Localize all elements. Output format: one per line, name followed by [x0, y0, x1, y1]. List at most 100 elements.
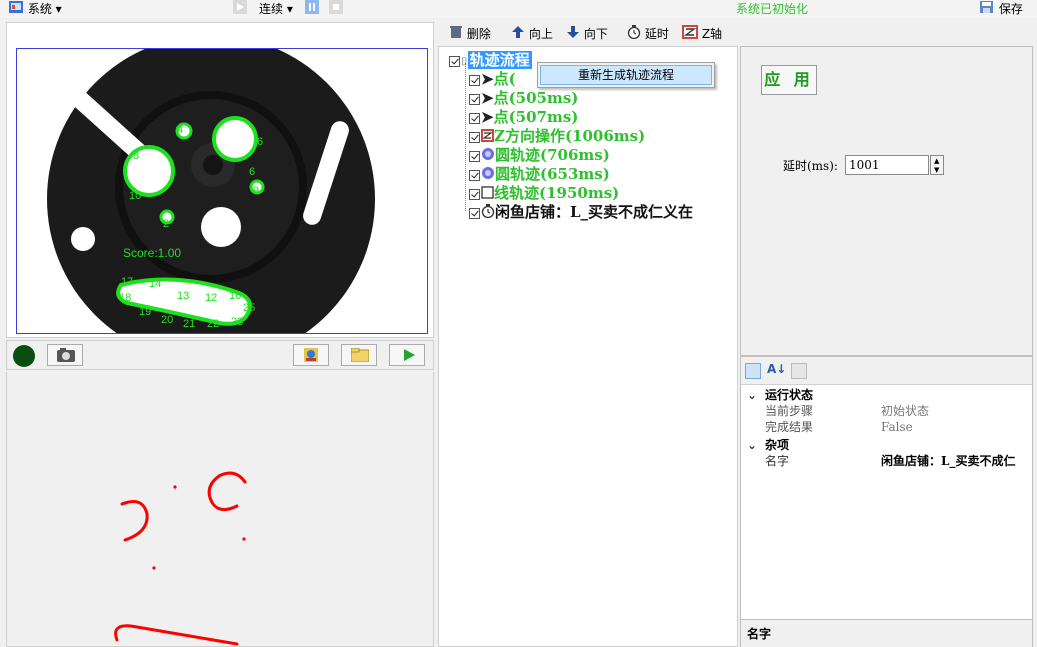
curve-label: 23	[231, 316, 243, 328]
curve-label: 17	[121, 276, 133, 288]
property-row[interactable]: 当前步骤 初始状态	[741, 404, 1032, 419]
tree-item-label: 点(507ms)	[493, 108, 579, 126]
hole-label: 4	[177, 124, 183, 136]
circle-track-icon	[481, 166, 495, 185]
system-status-text: 系统已初始化	[736, 2, 809, 16]
part-image: 4 6 8 9 10 2 6 Score:1.00 17 14 13 12 16…	[47, 49, 375, 333]
hole-label: 8	[133, 150, 139, 162]
add-delay-label: 延时	[644, 27, 669, 41]
hole-label: 2	[163, 218, 169, 230]
delay-spinner[interactable]: ▲ ▼	[930, 155, 944, 175]
camera-toolbar	[6, 340, 434, 370]
move-down-button[interactable]: 向下	[566, 25, 608, 43]
delete-button[interactable]: 删除	[449, 25, 491, 43]
arrow-up-icon	[511, 25, 525, 44]
camera-image[interactable]: 4 6 8 9 10 2 6 Score:1.00 17 14 13 12 16…	[16, 48, 428, 334]
checkbox[interactable]	[469, 150, 480, 162]
flow-toolbar: 删除 向上 向下 延时 Z轴	[445, 22, 735, 46]
collapse-icon[interactable]: ⌄	[747, 438, 757, 453]
tree-item[interactable]: 圆轨迹(653ms)	[469, 165, 610, 184]
tree-item-label: 圆轨迹(706ms)	[495, 146, 610, 164]
delay-field-label: 延时(ms):	[783, 159, 838, 173]
tree-item-label: Z方向操作(1006ms)	[494, 127, 646, 145]
save-button[interactable]: 保存	[979, 0, 1023, 18]
timer-icon	[627, 25, 641, 44]
curve-label: 22	[207, 318, 219, 330]
property-value: False	[881, 420, 913, 434]
stop-icon	[329, 0, 343, 19]
move-up-button[interactable]: 向上	[511, 25, 553, 43]
property-grid: A↓ ⌄ 运行状态 当前步骤 初始状态 完成结果 False ⌄ 杂项 名字 闲…	[740, 356, 1033, 647]
pause-button[interactable]	[305, 0, 319, 18]
category-label: 杂项	[765, 438, 790, 452]
tree-item[interactable]: ➤点(505ms)	[469, 89, 578, 108]
property-name: 当前步骤	[765, 404, 814, 418]
play-disabled-button[interactable]	[233, 0, 247, 18]
curve-label: 19	[139, 306, 151, 318]
description-title: 名字	[747, 627, 772, 641]
checkbox[interactable]	[469, 93, 480, 105]
z-axis-button[interactable]: Z轴	[682, 25, 722, 43]
camera-icon	[57, 348, 75, 365]
collapse-icon[interactable]: ⌄	[747, 388, 757, 403]
curve-label: 13	[177, 290, 189, 302]
tree-item[interactable]: 圆轨迹(706ms)	[469, 146, 610, 165]
open-folder-button[interactable]	[341, 344, 377, 366]
delay-input[interactable]: 1001	[845, 155, 929, 175]
circle-track-icon	[481, 147, 495, 166]
property-row[interactable]: 名字 闲鱼店铺：L_买卖不成仁	[741, 454, 1032, 469]
main-toolbar: 系统 ▾ 连续 ▾ 系统已初始化 保存	[0, 0, 1037, 18]
regenerate-flow-menu-item[interactable]: 重新生成轨迹流程	[540, 65, 712, 85]
curve-label: 20	[161, 314, 173, 326]
property-pages-icon[interactable]	[791, 363, 807, 379]
spin-up-icon[interactable]: ▲	[934, 157, 939, 165]
play-icon	[402, 348, 416, 365]
category-label: 运行状态	[765, 388, 814, 402]
stop-button[interactable]	[329, 0, 343, 18]
system-menu-button[interactable]: 系统 ▾	[8, 0, 62, 18]
timer-icon	[481, 203, 495, 223]
checkbox[interactable]	[469, 131, 480, 143]
checkbox[interactable]	[469, 112, 480, 124]
tree-item[interactable]: 线轨迹(1950ms)	[469, 184, 619, 203]
tree-item-label: 闲鱼店铺：L_买卖不成仁义在	[495, 203, 694, 221]
checkbox[interactable]	[469, 74, 480, 86]
move-up-label: 向上	[528, 27, 553, 41]
continuous-mode-label: 连续 ▾	[259, 2, 293, 16]
tree-item[interactable]: ➤点(507ms)	[469, 108, 578, 127]
checkbox[interactable]	[469, 169, 480, 181]
trajectory-preview	[6, 372, 434, 647]
sort-alphabetical-icon[interactable]: A↓	[767, 362, 786, 376]
cursor-icon: ➤	[481, 108, 494, 126]
tree-item[interactable]: 闲鱼店铺：L_买卖不成仁义在	[469, 203, 693, 222]
tree-root[interactable]: ⌷ 轨迹流程	[449, 51, 532, 70]
apply-button[interactable]: 应 用	[761, 65, 817, 95]
arrow-down-icon	[566, 25, 580, 44]
category-misc[interactable]: ⌄ 杂项	[741, 438, 1032, 453]
spin-down-icon[interactable]: ▼	[934, 166, 939, 174]
tree-item-label: 点(505ms)	[493, 89, 579, 107]
delete-icon	[449, 25, 463, 44]
delete-label: 删除	[466, 27, 491, 41]
property-row[interactable]: 完成结果 False	[741, 420, 1032, 435]
checkbox[interactable]	[469, 207, 480, 219]
z-axis-icon	[481, 128, 494, 147]
save-icon	[979, 0, 995, 19]
add-delay-button[interactable]: 延时	[627, 25, 669, 43]
run-button[interactable]	[389, 344, 425, 366]
tree-item-label: 圆轨迹(653ms)	[495, 165, 610, 183]
checkbox[interactable]	[449, 55, 460, 67]
tree-item[interactable]: Z方向操作(1006ms)	[469, 127, 645, 146]
expand-icon: ⌷	[461, 54, 468, 68]
checkbox[interactable]	[469, 188, 480, 200]
tree-item-label: 线轨迹(1950ms)	[494, 184, 620, 202]
system-icon	[8, 0, 24, 19]
categorized-view-icon[interactable]	[745, 363, 761, 379]
trajectory-tree[interactable]: ⌷ 轨迹流程 ➤点( ➤点(505ms) ➤点(507ms) Z方向操作(1006…	[438, 46, 738, 647]
load-image-button[interactable]	[293, 344, 329, 366]
tree-item[interactable]: ➤点(	[469, 70, 516, 89]
category-run-status[interactable]: ⌄ 运行状态	[741, 388, 1032, 403]
continuous-mode-dropdown[interactable]: 连续 ▾	[259, 0, 293, 18]
context-menu: 重新生成轨迹流程	[537, 62, 715, 88]
camera-button[interactable]	[47, 344, 83, 366]
